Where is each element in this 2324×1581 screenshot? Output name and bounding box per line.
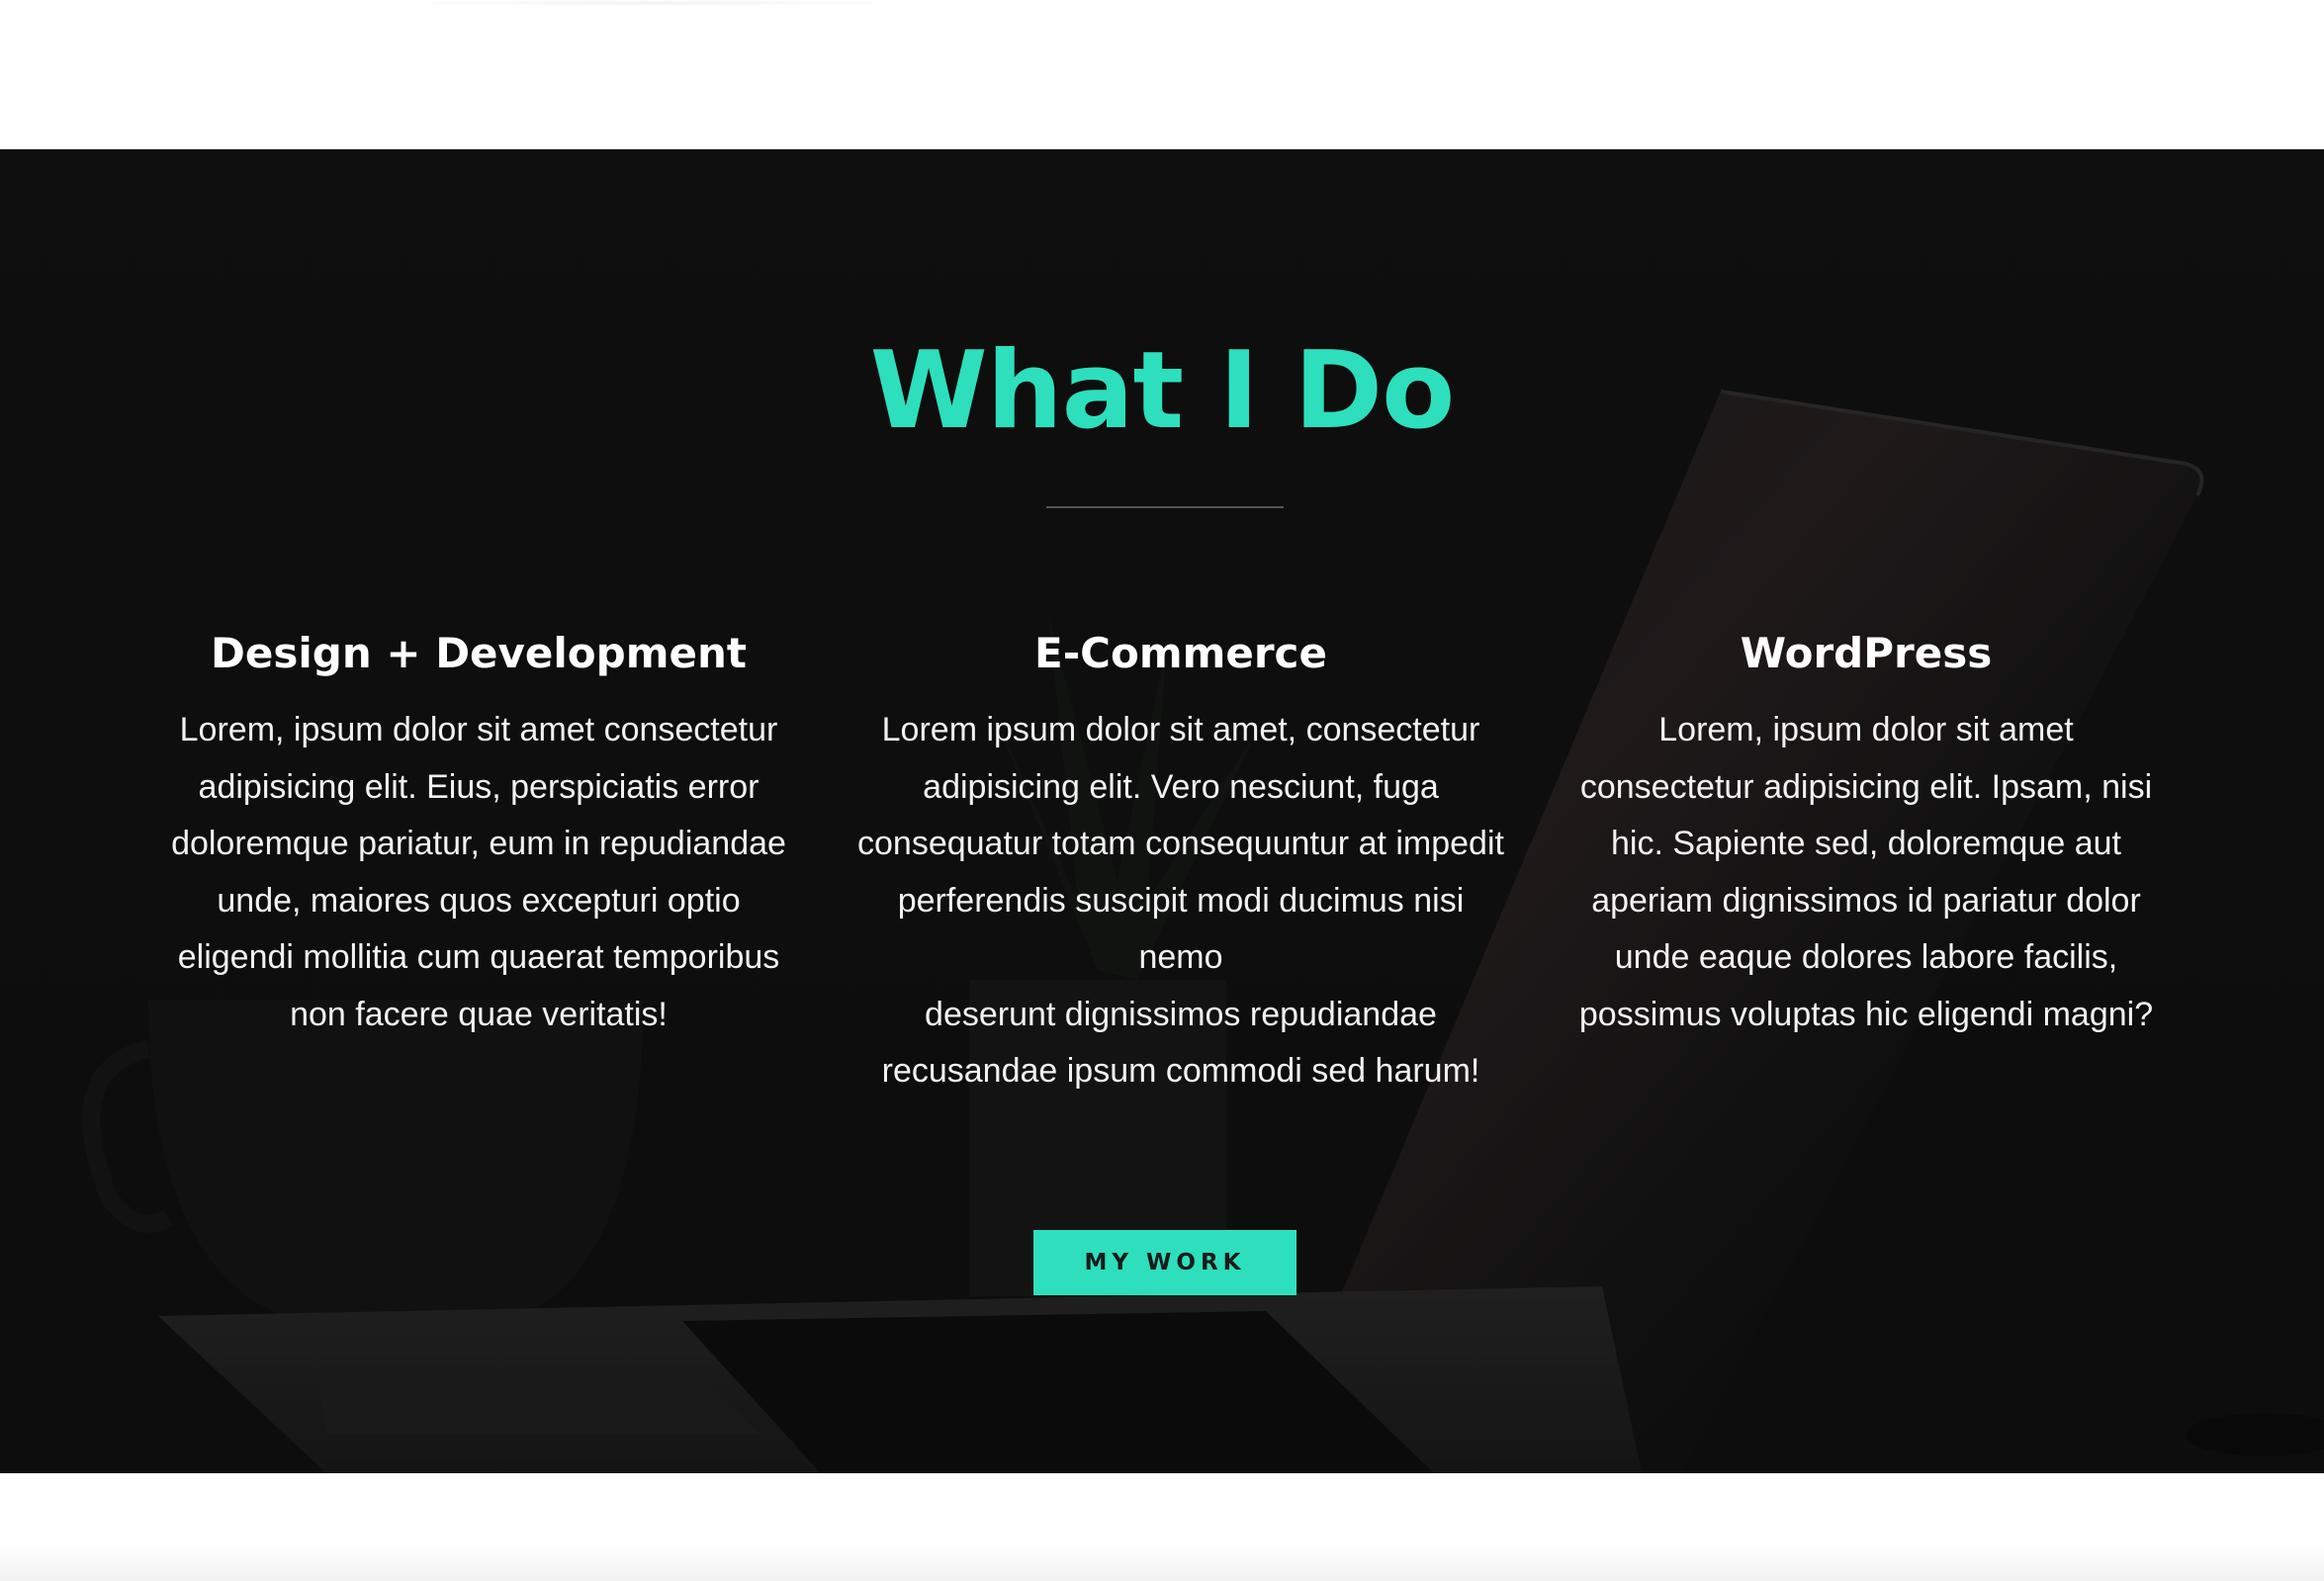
description-line: unde, maiores quos excepturi optio (217, 881, 741, 920)
description-line: aperiam dignissimos id pariatur dolor (1591, 881, 2141, 920)
title-divider (1046, 506, 1284, 508)
description-line: non facere quae veritatis! (290, 995, 668, 1033)
description-line: recusandae ipsum commodi sed harum! (881, 1052, 1480, 1090)
description-line: consectetur adipisicing elit. Ipsam, nis… (1579, 767, 2153, 806)
section-title: What I Do (869, 329, 1456, 453)
description-line: adipisicing elit. Eius, perspiciatis err… (198, 767, 760, 806)
service-description: Lorem, ipsum dolor sit amet consectetur … (152, 702, 805, 1043)
my-work-button[interactable]: MY WORK (1033, 1230, 1296, 1295)
description-line: eligendi mollitia cum quaerat temporibus (177, 938, 780, 976)
service-wordpress: WordPress Lorem, ipsum dolor sit amet co… (1540, 619, 2192, 1043)
service-e-commerce: E-Commerce Lorem ipsum dolor sit amet, c… (854, 619, 1507, 1100)
service-description: Lorem, ipsum dolor sit amet consectetur … (1540, 702, 2192, 1043)
description-line: Lorem, ipsum dolor sit amet consectetur (179, 711, 778, 748)
description-line: hic. Sapiente sed, doloremque aut (1610, 825, 2121, 862)
what-i-do-section: What I Do Design + Development Lorem, ip… (0, 149, 2324, 1473)
next-section-edge (0, 1542, 2324, 1581)
description-line: unde eaque dolores labore facilis, (1614, 938, 2118, 976)
service-design-development: Design + Development Lorem, ipsum dolor … (152, 619, 805, 1043)
section-content: What I Do Design + Development Lorem, ip… (0, 149, 2324, 1473)
description-line: Lorem ipsum dolor sit amet, consectetur (881, 711, 1480, 748)
description-line: Lorem, ipsum dolor sit amet (1658, 711, 2074, 748)
description-line: consequatur totam consequuntur at impedi… (857, 825, 1504, 862)
page: What I Do Design + Development Lorem, ip… (0, 0, 2324, 1581)
header-shadow (396, 0, 910, 6)
description-line: adipisicing elit. Vero nesciunt, fuga (923, 767, 1439, 806)
description-line: doloremque pariatur, eum in repudiandae (171, 825, 786, 862)
service-heading: WordPress (1740, 629, 1993, 677)
service-heading: Design + Development (211, 629, 747, 677)
service-heading: E-Commerce (1034, 629, 1327, 677)
service-description: Lorem ipsum dolor sit amet, consectetur … (854, 702, 1507, 1100)
description-line: perferendis suscipit modi ducimus nisi n… (897, 881, 1465, 977)
description-line: possimus voluptas hic eligendi magni? (1578, 995, 2154, 1033)
description-line: deserunt dignissimos repudiandae (925, 995, 1437, 1033)
